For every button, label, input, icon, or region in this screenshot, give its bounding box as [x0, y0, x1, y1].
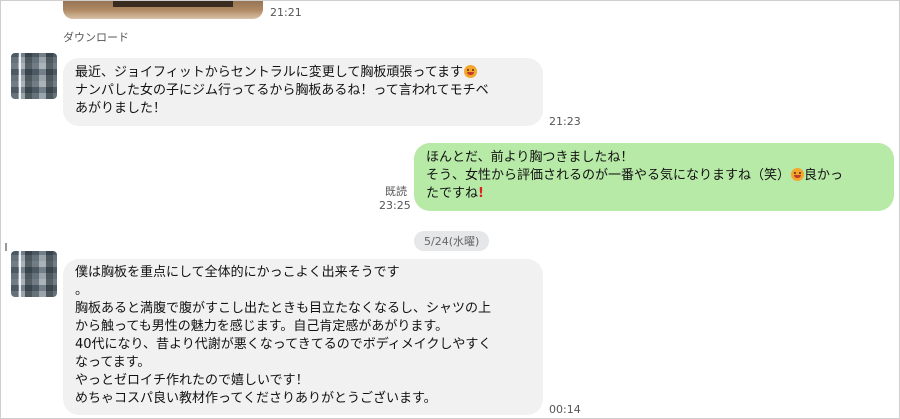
read-receipt: 既読 [385, 185, 407, 198]
message-text: たですね [426, 186, 479, 201]
message-text: めちゃコスパ良い教材作ってくださりありがとうございます。 [75, 391, 437, 406]
smile-emoji-icon [791, 168, 805, 181]
incoming-message-bubble: 僕は胸板を重点にして全体的にかっこよく出来そうです 。 胸板あると満腹で腹がすこ… [63, 259, 543, 415]
message-text: やっとゼロイチ作れたので嬉しいです！ [75, 373, 309, 388]
message-time: 21:21 [270, 6, 302, 19]
image-message-detail [113, 1, 233, 7]
date-separator: 5/24(水曜) [414, 231, 490, 251]
message-time: 23:25 [379, 199, 411, 212]
message-text: ナンパした女の子にジム行ってるから胸板あるね！って言われてモチベ [75, 83, 489, 98]
download-link[interactable]: ダウンロード [63, 29, 129, 45]
message-text: あがりました！ [75, 101, 167, 116]
message-text: そう、女性から評価されるのが一番やる気になりますね（笑） [426, 168, 791, 183]
message-text: 胸板あると満腹で腹がすこし出たときも目立たなくなるし、シャツの上 [75, 301, 492, 316]
message-time: 00:14 [549, 403, 581, 416]
message-text: 40代になり、昔より代謝が悪くなってきてるのでボディメイクしやすく [75, 337, 492, 352]
message-text: 良かっ [804, 168, 844, 183]
outgoing-message-bubble: ほんとだ、前より胸つきましたね！ そう、女性から評価されるのが一番やる気になりま… [414, 143, 894, 211]
sender-avatar[interactable] [11, 251, 57, 297]
message-text: なってます。 [75, 355, 151, 370]
chat-window: 21:21 ダウンロード 最近、ジョイフィットからセントラルに変更して胸板頑張っ… [0, 0, 900, 419]
incoming-message-bubble: 最近、ジョイフィットからセントラルに変更して胸板頑張ってます ナンパした女の子に… [63, 58, 543, 126]
message-text: ほんとだ、前より胸つきましたね！ [426, 150, 634, 165]
message-text: 。 [75, 283, 89, 298]
message-text: 僕は胸板を重点にして全体的にかっこよく出来そうです [75, 265, 400, 280]
message-time: 21:23 [549, 115, 581, 128]
sender-avatar[interactable] [11, 53, 57, 99]
smile-emoji-icon [464, 65, 478, 78]
selection-corner [5, 243, 7, 251]
message-text: から触っても男性の魅力を感じます。自己肯定感があがります。 [75, 319, 449, 334]
message-text: 最近、ジョイフィットからセントラルに変更して胸板頑張ってます [75, 65, 464, 80]
exclamation-icon: ! [478, 186, 484, 201]
